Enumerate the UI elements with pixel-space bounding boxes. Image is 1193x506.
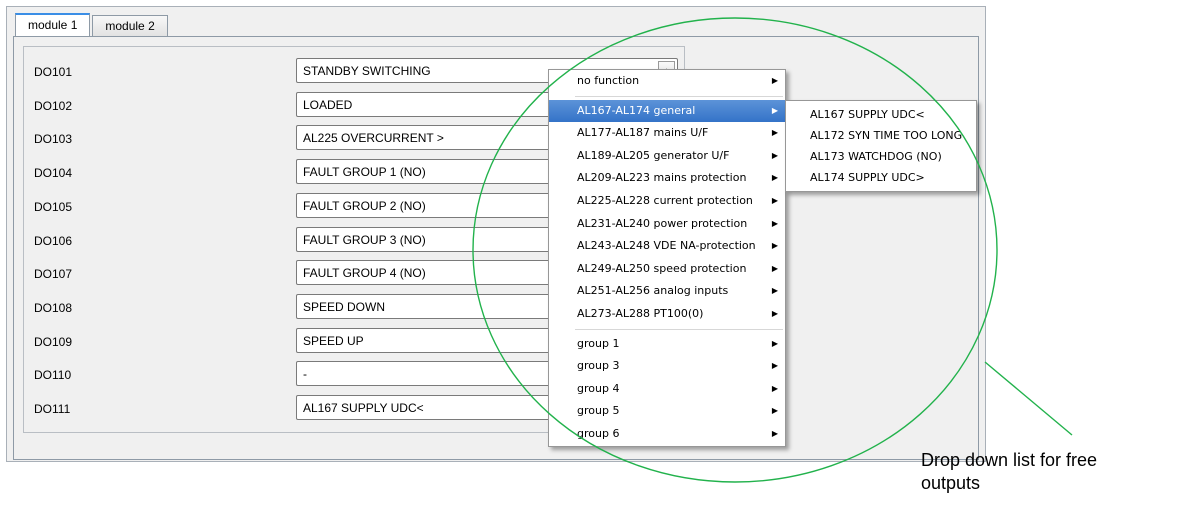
selected-function: SPEED UP [303, 333, 364, 348]
menu-item-label: AL189-AL205 generator U/F [577, 148, 730, 162]
chevron-right-icon: ▶ [771, 241, 778, 251]
chevron-right-icon: ▶ [771, 406, 778, 416]
menu-item[interactable]: group 3 ▶ [549, 355, 785, 378]
dropdown-menu: no function ▶ AL167-AL174 general ▶ AL177-AL… [548, 69, 786, 447]
menu-item[interactable]: AL273-AL288 PT100(0) ▶ [549, 303, 785, 326]
output-label: DO104 [34, 166, 73, 181]
menu-item-label: AL249-AL250 speed protection [577, 261, 747, 275]
tab-module-2[interactable]: module 2 [92, 15, 168, 37]
output-label: DO102 [34, 98, 73, 113]
selected-function: AL167 SUPPLY UDC< [303, 401, 424, 415]
submenu-item[interactable]: AL172 SYN TIME TOO LONG [786, 125, 976, 146]
menu-item-label: AL243-AL248 VDE NA-protection [577, 239, 756, 253]
menu-item-label: AL177-AL187 mains U/F [577, 126, 709, 140]
menu-item[interactable]: AL251-AL256 analog inputs ▶ [549, 280, 785, 303]
output-label: DO110 [34, 368, 72, 383]
submenu-item[interactable]: AL174 SUPPLY UDC> [786, 167, 976, 188]
output-label: DO111 [34, 402, 71, 416]
output-label: DO107 [34, 267, 73, 282]
menu-item[interactable]: AL231-AL240 power protection ▶ [549, 213, 785, 236]
settings-window: module 1 module 2 DO101 STANDBY SWITCHING… [6, 6, 986, 462]
annotation-line-1: Drop down list for free [921, 450, 1098, 470]
menu-item[interactable]: AL177-AL187 mains U/F ▶ [549, 122, 785, 145]
menu-item[interactable]: group 4 ▶ [549, 378, 785, 401]
menu-item-label: AL231-AL240 power protection [577, 216, 748, 230]
output-label: DO108 [34, 300, 73, 315]
menu-item-label: AL225-AL228 current protection [577, 193, 753, 207]
chevron-right-icon: ▶ [771, 195, 778, 205]
selected-function: FAULT GROUP 3 (NO) [303, 232, 426, 247]
menu-separator [575, 328, 783, 330]
menu-item[interactable]: AL167-AL174 general ▶ [549, 99, 785, 123]
output-label: DO101 [34, 65, 73, 79]
chevron-right-icon: ▶ [771, 218, 778, 228]
annotation-pointer-line [984, 361, 1073, 436]
menu-item-label: group 6 [577, 426, 620, 440]
menu-item[interactable]: group 6 ▶ [549, 423, 785, 446]
menu-item-label: AL251-AL256 analog inputs [577, 284, 729, 298]
selected-function: STANDBY SWITCHING [303, 64, 431, 78]
annotation-text: Drop down list for free outputs [921, 449, 1097, 495]
menu-item-label: group 4 [577, 381, 620, 395]
selected-function: LOADED [303, 97, 353, 112]
selected-function: FAULT GROUP 4 (NO) [303, 266, 426, 281]
chevron-right-icon: ▶ [771, 308, 778, 318]
chevron-right-icon: ▶ [771, 150, 778, 160]
submenu-item[interactable]: AL167 SUPPLY UDC< [786, 104, 976, 125]
chevron-right-icon: ▶ [771, 286, 778, 296]
output-label: DO106 [34, 233, 73, 248]
selected-function: AL225 OVERCURRENT > [303, 131, 444, 146]
chevron-right-icon: ▶ [771, 338, 778, 348]
menu-item[interactable]: group 5 ▶ [549, 400, 785, 423]
menu-item-label: group 1 [577, 336, 620, 350]
menu-item[interactable]: AL243-AL248 VDE NA-protection ▶ [549, 235, 785, 258]
menu-item-label: AL167-AL174 general [577, 103, 696, 117]
output-label: DO105 [34, 199, 73, 214]
menu-item-label: AL209-AL223 mains protection [577, 171, 747, 185]
chevron-right-icon: ▶ [771, 173, 778, 183]
menu-item[interactable]: AL209-AL223 mains protection ▶ [549, 167, 785, 190]
menu-item-label: AL273-AL288 PT100(0) [577, 306, 704, 320]
chevron-right-icon: ▶ [771, 128, 778, 138]
chevron-right-icon: ▶ [771, 263, 778, 273]
menu-separator [575, 95, 783, 97]
selected-function: SPEED DOWN [303, 299, 386, 314]
selected-function: - [303, 367, 307, 382]
tab-bar: module 1 module 2 [15, 13, 170, 37]
submenu-item[interactable]: AL173 WATCHDOG (NO) [786, 146, 976, 167]
menu-item[interactable]: no function ▶ [549, 70, 785, 93]
menu-item[interactable]: AL249-AL250 speed protection ▶ [549, 258, 785, 281]
tab-module-1[interactable]: module 1 [15, 13, 91, 37]
menu-item-label: group 5 [577, 404, 620, 418]
menu-item[interactable]: group 1 ▶ [549, 333, 785, 356]
chevron-right-icon: ▶ [771, 428, 778, 438]
submenu: AL167 SUPPLY UDC< AL172 SYN TIME TOO LONG… [785, 100, 977, 192]
chevron-right-icon: ▶ [771, 76, 778, 85]
chevron-right-icon: ▶ [771, 383, 778, 393]
menu-item-label: no function [577, 74, 640, 87]
selected-function: FAULT GROUP 2 (NO) [303, 198, 426, 213]
chevron-right-icon: ▶ [771, 105, 778, 115]
menu-item[interactable]: AL225-AL228 current protection ▶ [549, 190, 785, 213]
menu-item-label: group 3 [577, 359, 620, 373]
output-label: DO109 [34, 334, 73, 349]
output-label: DO103 [34, 132, 73, 147]
chevron-right-icon: ▶ [771, 361, 778, 371]
annotation-line-2: outputs [921, 473, 981, 493]
menu-item[interactable]: AL189-AL205 generator U/F ▶ [549, 145, 785, 168]
selected-function: FAULT GROUP 1 (NO) [303, 165, 426, 180]
